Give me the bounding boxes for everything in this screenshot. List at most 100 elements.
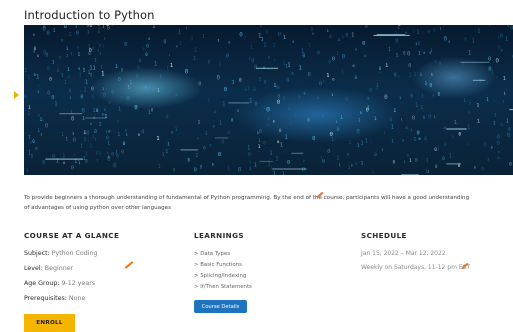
svg-text:1: 1 [468, 51, 472, 57]
svg-text:1: 1 [472, 39, 475, 45]
triangle-right-icon[interactable] [14, 91, 19, 99]
svg-text:1: 1 [69, 96, 71, 100]
svg-text:0: 0 [173, 168, 176, 173]
svg-text:0: 0 [64, 25, 67, 30]
svg-text:0: 0 [496, 76, 498, 80]
svg-text:0: 0 [479, 79, 483, 85]
svg-text:1: 1 [179, 41, 182, 46]
svg-text:0: 0 [197, 137, 199, 141]
svg-text:1: 1 [420, 105, 424, 111]
svg-text:1: 1 [222, 101, 225, 107]
svg-text:0: 0 [134, 105, 138, 111]
svg-text:0: 0 [74, 153, 76, 157]
svg-text:1: 1 [431, 72, 433, 76]
svg-text:0: 0 [332, 57, 335, 63]
learning-item: > If/Then Statements [194, 284, 252, 290]
svg-text:1: 1 [108, 100, 110, 104]
svg-text:0: 0 [143, 47, 145, 51]
svg-text:1: 1 [78, 160, 81, 166]
svg-text:1: 1 [477, 119, 480, 125]
svg-text:1: 1 [426, 157, 429, 162]
schedule-heading: SCHEDULE [361, 231, 407, 240]
svg-text:1: 1 [169, 53, 171, 57]
svg-text:0: 0 [330, 132, 334, 138]
svg-text:1: 1 [393, 108, 397, 114]
svg-text:1: 1 [416, 30, 419, 36]
svg-text:1: 1 [258, 33, 262, 39]
svg-text:1: 1 [154, 62, 158, 68]
svg-text:0: 0 [104, 108, 106, 112]
svg-text:0: 0 [45, 123, 49, 130]
svg-text:1: 1 [454, 120, 457, 126]
svg-text:0: 0 [69, 88, 72, 93]
svg-text:1: 1 [409, 73, 413, 79]
svg-text:0: 0 [139, 58, 142, 63]
svg-text:0: 0 [124, 42, 127, 48]
svg-text:0: 0 [43, 25, 45, 29]
svg-text:0: 0 [91, 87, 94, 93]
svg-text:1: 1 [348, 140, 351, 146]
svg-text:1: 1 [158, 164, 161, 170]
svg-text:0: 0 [497, 156, 499, 160]
svg-text:0: 0 [160, 86, 162, 90]
svg-text:0: 0 [113, 163, 117, 169]
svg-text:0: 0 [355, 161, 357, 165]
svg-text:1: 1 [27, 75, 30, 81]
svg-text:0: 0 [292, 40, 294, 44]
svg-text:0: 0 [419, 137, 421, 141]
svg-text:1: 1 [486, 97, 489, 103]
svg-text:0: 0 [33, 33, 35, 37]
svg-text:1: 1 [37, 128, 40, 134]
svg-text:0: 0 [439, 61, 442, 66]
svg-text:0: 0 [406, 126, 408, 130]
svg-text:0: 0 [99, 151, 102, 157]
svg-text:1: 1 [370, 139, 372, 143]
course-description: To provide beginners a thorough understa… [24, 193, 513, 213]
svg-text:0: 0 [508, 127, 511, 133]
svg-text:0: 0 [337, 127, 340, 133]
svg-text:0: 0 [434, 59, 437, 64]
svg-text:1: 1 [52, 60, 55, 66]
svg-text:1: 1 [360, 140, 363, 146]
svg-text:1: 1 [175, 127, 178, 133]
svg-text:0: 0 [469, 102, 471, 106]
course-details-button[interactable]: Course Details [194, 300, 247, 313]
svg-text:1: 1 [341, 70, 344, 76]
svg-text:1: 1 [104, 114, 107, 120]
svg-text:1: 1 [104, 36, 106, 40]
svg-text:1: 1 [385, 63, 389, 69]
svg-text:0: 0 [424, 136, 427, 141]
svg-text:1: 1 [270, 166, 272, 170]
svg-text:0: 0 [438, 92, 441, 98]
binary-code-pattern: 1101100001101011110000011101110100101110… [24, 25, 513, 175]
svg-text:1: 1 [299, 65, 302, 71]
svg-text:1: 1 [327, 29, 329, 33]
svg-text:0: 0 [464, 37, 467, 42]
enroll-button[interactable]: ENROLL [24, 314, 75, 332]
svg-text:1: 1 [505, 36, 508, 42]
svg-text:1: 1 [27, 111, 30, 117]
svg-text:1: 1 [493, 121, 496, 127]
svg-text:0: 0 [148, 37, 150, 41]
svg-text:0: 0 [483, 143, 486, 149]
svg-text:0: 0 [318, 25, 320, 26]
svg-text:1: 1 [336, 120, 338, 124]
svg-text:1: 1 [70, 52, 72, 56]
glance-heading: COURSE AT A GLANCE [24, 231, 120, 240]
svg-text:1: 1 [28, 105, 31, 110]
svg-text:1: 1 [415, 103, 419, 109]
svg-text:1: 1 [259, 76, 262, 82]
svg-text:1: 1 [248, 166, 252, 172]
svg-text:1: 1 [80, 88, 82, 92]
svg-text:1: 1 [336, 51, 339, 57]
svg-text:1: 1 [361, 160, 364, 165]
svg-text:0: 0 [287, 160, 290, 166]
svg-text:0: 0 [121, 149, 124, 155]
svg-text:1: 1 [322, 80, 324, 84]
glance-value: Python Coding [51, 250, 98, 257]
svg-text:1: 1 [117, 118, 120, 123]
svg-text:0: 0 [249, 152, 251, 156]
svg-text:0: 0 [47, 90, 50, 96]
svg-text:0: 0 [203, 146, 206, 152]
svg-text:1: 1 [107, 151, 109, 155]
